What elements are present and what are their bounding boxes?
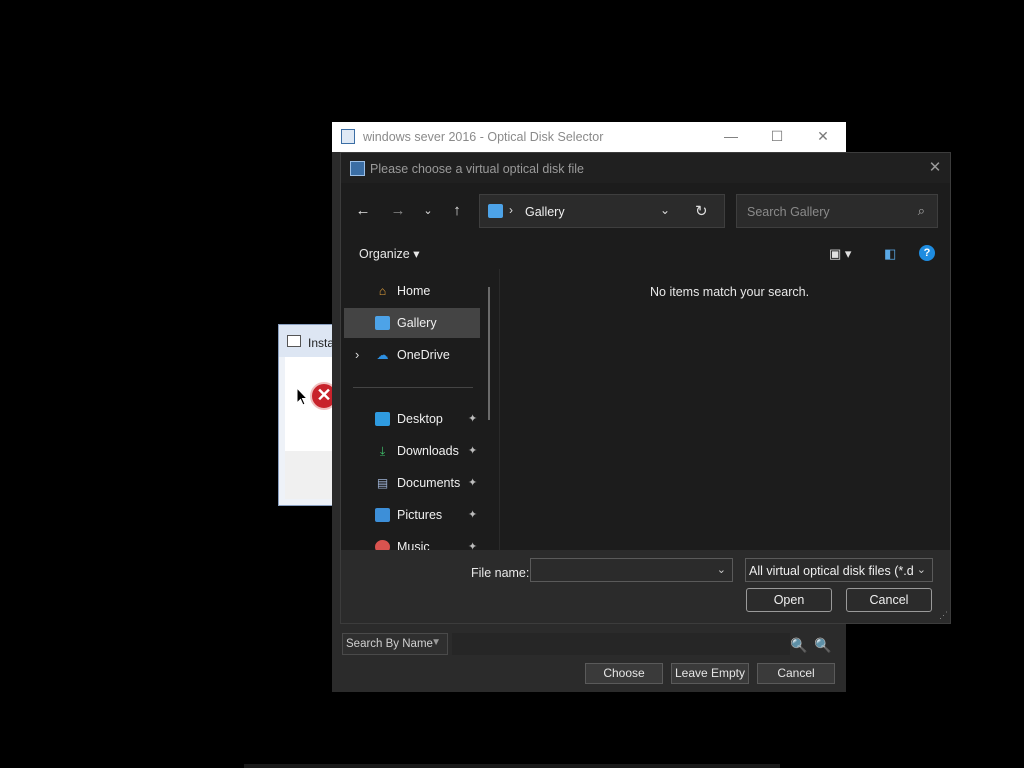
nav-label-gallery: Gallery <box>397 316 437 330</box>
file-name-label: File name: <box>471 566 530 580</box>
file-open-dialog: Please choose a virtual optical disk fil… <box>340 152 951 624</box>
chevron-down-icon: ⌄ <box>916 564 926 576</box>
pin-icon: ✦ <box>468 413 478 425</box>
dialog-title: Please choose a virtual optical disk fil… <box>370 162 585 176</box>
pin-icon: ✦ <box>468 509 478 521</box>
installer-window: Insta ✕ <box>278 324 338 506</box>
nav-divider <box>353 387 473 388</box>
pin-icon: ✦ <box>468 477 478 489</box>
leave-empty-button[interactable]: Leave Empty <box>671 663 749 684</box>
nav-label-desktop: Desktop <box>397 412 443 426</box>
preview-pane-icon[interactable]: ◧ <box>884 246 896 262</box>
nav-item-home[interactable]: ⌂ Home <box>344 276 480 306</box>
nav-item-downloads[interactable]: ⤓ Downloads ✦ <box>344 436 480 466</box>
nav-label-pictures: Pictures <box>397 508 443 522</box>
search-input[interactable] <box>745 203 909 221</box>
search-mode-label: Search By Name <box>346 638 433 650</box>
installer-button-area <box>285 451 337 499</box>
installer-titlebar: Insta <box>279 325 337 357</box>
open-button[interactable]: Open <box>746 588 832 612</box>
chevron-down-icon: ▼ <box>431 637 441 648</box>
nav-label-downloads: Downloads <box>397 444 459 458</box>
nav-item-pictures[interactable]: Pictures ✦ <box>344 500 480 530</box>
recent-chevron-icon[interactable]: ⌄ <box>416 201 440 221</box>
address-dropdown-icon[interactable]: ⌄ <box>660 203 670 217</box>
selector-titlebar: windows sever 2016 - Optical Disk Select… <box>332 122 846 152</box>
search-refresh-icon[interactable]: 🔍 <box>814 636 832 654</box>
pin-icon: ✦ <box>468 445 478 457</box>
up-arrow-icon[interactable]: ↑ <box>445 201 469 221</box>
gallery-icon <box>488 204 503 218</box>
breadcrumb-separator-icon: › <box>509 203 513 217</box>
music-icon <box>375 540 390 550</box>
nav-item-documents[interactable]: ▤ Documents ✦ <box>344 468 480 498</box>
file-name-input[interactable] <box>535 563 709 579</box>
nav-label-documents: Documents <box>397 476 461 490</box>
dialog-footer: File name: ⌄ All virtual optical disk fi… <box>341 550 950 623</box>
close-button[interactable]: ✕ <box>800 122 846 152</box>
pane-divider[interactable] <box>499 269 500 550</box>
onedrive-icon: ☁ <box>376 348 389 362</box>
maximize-button[interactable]: ☐ <box>754 122 800 152</box>
resize-grip-icon[interactable]: ⋰ <box>939 610 948 621</box>
selector-title: windows sever 2016 - Optical Disk Select… <box>363 130 604 144</box>
nav-item-gallery[interactable]: Gallery <box>344 308 480 338</box>
installer-app-icon <box>287 335 301 347</box>
nav-label-home: Home <box>397 284 431 298</box>
help-icon[interactable]: ? <box>919 245 935 261</box>
view-icon[interactable]: ▣ ▾ <box>829 246 851 262</box>
dialog-close-button[interactable]: ✕ <box>925 158 945 178</box>
desktop-icon <box>375 412 390 426</box>
navigation-pane: ⌂ Home Gallery › ☁ OneDrive Desktop ✦ ⤓ … <box>341 269 497 550</box>
chevron-down-icon[interactable]: ⌄ <box>717 563 726 576</box>
file-type-value: All virtual optical disk files (*.dr <box>749 564 914 578</box>
nav-item-desktop[interactable]: Desktop ✦ <box>344 404 480 434</box>
nav-scrollbar[interactable] <box>488 287 490 420</box>
pin-icon: ✦ <box>468 541 478 550</box>
nav-item-music[interactable]: Music ✦ <box>344 532 480 550</box>
search-field[interactable] <box>452 633 790 655</box>
cancel-button[interactable]: Cancel <box>846 588 932 612</box>
home-icon: ⌂ <box>378 284 387 298</box>
search-filter-icon[interactable]: 🔍 <box>790 636 808 654</box>
downloads-icon: ⤓ <box>379 444 386 458</box>
address-location[interactable]: Gallery <box>525 205 565 219</box>
refresh-icon[interactable]: ↻ <box>695 202 708 220</box>
nav-label-music: Music <box>397 540 430 550</box>
search-box[interactable]: ⌕ <box>736 194 938 228</box>
empty-results-message: No items match your search. <box>650 285 810 299</box>
gallery-icon <box>375 316 390 330</box>
minimize-button[interactable]: — <box>708 122 754 152</box>
taskbar-edge <box>244 764 780 768</box>
address-bar[interactable]: › Gallery ⌄ ↻ <box>479 194 725 228</box>
mouse-cursor-icon <box>296 387 308 406</box>
documents-icon: ▤ <box>376 476 389 490</box>
nav-label-onedrive: OneDrive <box>397 348 450 362</box>
expand-chevron-icon[interactable]: › <box>355 347 359 362</box>
pictures-icon <box>375 508 390 522</box>
search-icon: ⌕ <box>917 203 925 218</box>
dialog-app-icon <box>350 161 365 176</box>
search-mode-select[interactable]: Search By Name ▼ <box>342 633 448 655</box>
selector-cancel-button[interactable]: Cancel <box>757 663 835 684</box>
file-type-select[interactable]: All virtual optical disk files (*.dr ⌄ <box>745 558 933 582</box>
back-arrow-icon[interactable]: ← <box>351 201 375 221</box>
nav-item-onedrive[interactable]: › ☁ OneDrive <box>344 340 480 370</box>
organize-menu[interactable]: Organize ▾ <box>359 246 419 261</box>
file-name-combobox[interactable]: ⌄ <box>530 558 733 582</box>
virtualbox-disk-icon <box>341 129 355 144</box>
choose-button[interactable]: Choose <box>585 663 663 684</box>
installer-title: Insta <box>308 336 335 350</box>
dialog-titlebar: Please choose a virtual optical disk fil… <box>341 153 950 183</box>
forward-arrow-icon[interactable]: → <box>386 201 410 221</box>
